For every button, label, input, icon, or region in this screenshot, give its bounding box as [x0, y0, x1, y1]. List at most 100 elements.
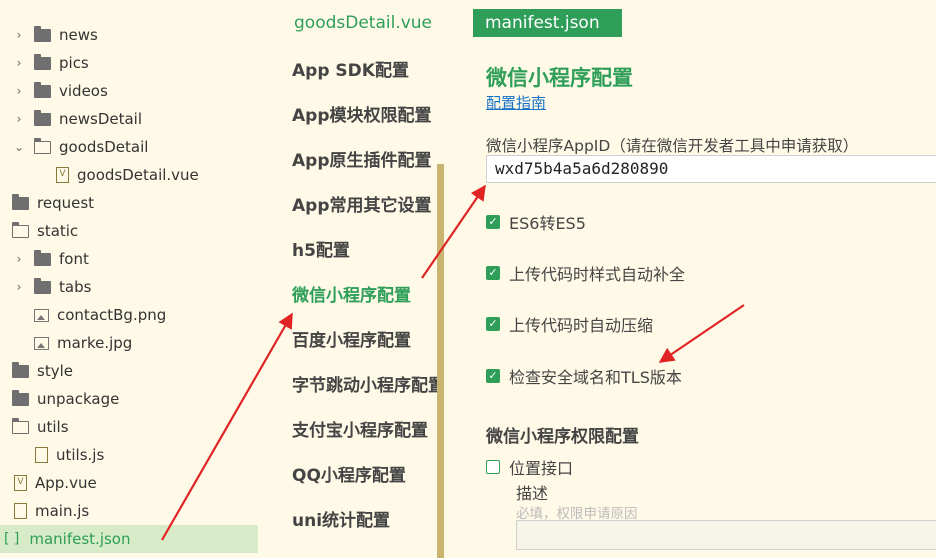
tree-item-tabs[interactable]: › tabs — [0, 273, 258, 301]
checkbox-label: 位置接口 — [509, 459, 574, 478]
tree-item-label: contactBg.png — [57, 306, 167, 324]
folder-icon — [34, 249, 51, 266]
folder-icon — [34, 277, 51, 294]
tree-item-font[interactable]: › font — [0, 245, 258, 273]
folder-icon — [34, 109, 51, 126]
tree-item-news[interactable]: › news — [0, 21, 258, 49]
nav-app-other-settings[interactable]: App常用其它设置 — [292, 193, 440, 219]
tree-item-label: marke.jpg — [57, 334, 133, 352]
folder-open-icon — [33, 137, 51, 154]
tree-item-marke[interactable]: marke.jpg — [0, 329, 258, 357]
tab-goodsdetail-vue[interactable]: goodsDetail.vue — [282, 9, 444, 37]
sidebar-divider[interactable] — [258, 0, 266, 558]
vue-file-icon: V — [14, 475, 27, 491]
tree-item-label: font — [59, 250, 89, 268]
tree-item-contactbg[interactable]: contactBg.png — [0, 301, 258, 329]
tree-item-label: App.vue — [35, 474, 97, 492]
nav-baidu-miniprogram[interactable]: 百度小程序配置 — [292, 328, 440, 354]
nav-qq-miniprogram[interactable]: QQ小程序配置 — [292, 463, 440, 489]
tree-item-label: unpackage — [37, 390, 120, 408]
tree-item-label: tabs — [59, 278, 92, 296]
tree-item-static[interactable]: static — [0, 217, 258, 245]
checkbox-url-check[interactable]: ✓ 检查安全域名和TLS版本 — [486, 365, 682, 387]
folder-open-icon — [11, 417, 29, 434]
vue-file-icon: V — [56, 167, 69, 183]
tab-manifest-json[interactable]: manifest.json — [473, 9, 622, 37]
image-file-icon — [34, 308, 49, 322]
chevron-right-icon[interactable]: › — [12, 56, 26, 70]
js-file-icon — [35, 447, 48, 463]
tree-item-label: utils.js — [56, 446, 105, 464]
json-file-icon: [ ] — [4, 531, 20, 547]
checkbox-label: ES6转ES5 — [509, 214, 586, 233]
chevron-right-icon[interactable]: › — [12, 252, 26, 266]
folder-icon — [34, 53, 51, 70]
tree-item-label: news — [59, 26, 98, 44]
appid-input[interactable]: wxd75b4a5a6d280890 — [486, 155, 936, 183]
nav-app-sdk[interactable]: App SDK配置 — [292, 58, 440, 84]
checkbox-unchecked-icon[interactable] — [486, 460, 500, 474]
tree-item-label: utils — [37, 418, 69, 436]
chevron-right-icon[interactable]: › — [12, 28, 26, 42]
description-input[interactable] — [516, 520, 936, 550]
page-title: 微信小程序配置 — [486, 66, 633, 90]
description-label: 描述 — [516, 484, 549, 503]
tree-item-label: manifest.json — [29, 530, 131, 548]
tree-item-pics[interactable]: › pics — [0, 49, 258, 77]
checkbox-location[interactable]: 位置接口 — [486, 456, 573, 478]
checkbox-es6-to-es5[interactable]: ✓ ES6转ES5 — [486, 211, 586, 233]
tree-item-manifest-json[interactable]: [ ] manifest.json — [0, 525, 258, 553]
tree-item-main-js[interactable]: main.js — [0, 497, 258, 525]
checkbox-checked-icon[interactable]: ✓ — [486, 317, 500, 331]
tree-item-label: newsDetail — [59, 110, 143, 128]
nav-uni-statistics[interactable]: uni统计配置 — [292, 508, 440, 534]
folder-icon — [12, 193, 29, 210]
tree-item-videos[interactable]: › videos — [0, 77, 258, 105]
checkbox-checked-icon[interactable]: ✓ — [486, 369, 500, 383]
chevron-right-icon[interactable]: › — [12, 84, 26, 98]
nav-toutiao-miniprogram[interactable]: 字节跳动小程序配置 — [292, 373, 440, 399]
chevron-right-icon[interactable]: › — [12, 112, 26, 126]
tree-item-label: videos — [59, 82, 108, 100]
checkbox-checked-icon[interactable]: ✓ — [486, 215, 500, 229]
nav-weixin-miniprogram[interactable]: 微信小程序配置 — [292, 283, 440, 309]
tree-item-label: goodsDetail — [59, 138, 149, 156]
tree-item-app-vue[interactable]: V App.vue — [0, 469, 258, 497]
tree-item-utils[interactable]: utils — [0, 413, 258, 441]
checkbox-minified[interactable]: ✓ 上传代码时自动压缩 — [486, 313, 653, 335]
tree-item-utils-js[interactable]: utils.js — [0, 441, 258, 469]
image-file-icon — [34, 336, 49, 350]
tree-item-label: goodsDetail.vue — [77, 166, 199, 184]
tree-item-goodsdetail[interactable]: ⌄ goodsDetail — [0, 133, 258, 161]
folder-icon — [34, 25, 51, 42]
nav-app-native-plugins[interactable]: App原生插件配置 — [292, 148, 440, 174]
tree-item-newsdetail[interactable]: › newsDetail — [0, 105, 258, 133]
checkbox-label: 上传代码时样式自动补全 — [509, 265, 686, 284]
tree-item-label: static — [37, 222, 79, 240]
folder-open-icon — [11, 221, 29, 238]
appid-label: 微信小程序AppID（请在微信开发者工具中申请获取） — [486, 137, 859, 155]
tree-item-request[interactable]: request — [0, 189, 258, 217]
chevron-down-icon[interactable]: ⌄ — [12, 140, 26, 154]
nav-scrollbar[interactable] — [437, 164, 444, 558]
checkbox-checked-icon[interactable]: ✓ — [486, 266, 500, 280]
settings-nav: App SDK配置 App模块权限配置 App原生插件配置 App常用其它设置 … — [266, 44, 446, 558]
folder-icon — [34, 81, 51, 98]
folder-icon — [12, 361, 29, 378]
chevron-right-icon[interactable]: › — [12, 280, 26, 294]
nav-h5[interactable]: h5配置 — [292, 238, 440, 264]
js-file-icon — [14, 503, 27, 519]
tree-item-label: main.js — [35, 502, 90, 520]
editor-tabs: goodsDetail.vue manifest.json — [266, 0, 936, 44]
tree-item-label: pics — [59, 54, 89, 72]
folder-icon — [12, 389, 29, 406]
tree-item-goodsdetail-vue[interactable]: V goodsDetail.vue — [0, 161, 258, 189]
config-guide-link[interactable]: 配置指南 — [486, 92, 546, 113]
tree-item-label: style — [37, 362, 73, 380]
nav-app-module-permissions[interactable]: App模块权限配置 — [292, 103, 440, 129]
tree-item-style[interactable]: style — [0, 357, 258, 385]
tree-item-unpackage[interactable]: unpackage — [0, 385, 258, 413]
nav-alipay-miniprogram[interactable]: 支付宝小程序配置 — [292, 418, 440, 444]
checkbox-postcss[interactable]: ✓ 上传代码时样式自动补全 — [486, 262, 685, 284]
tree-item-label: request — [37, 194, 95, 212]
